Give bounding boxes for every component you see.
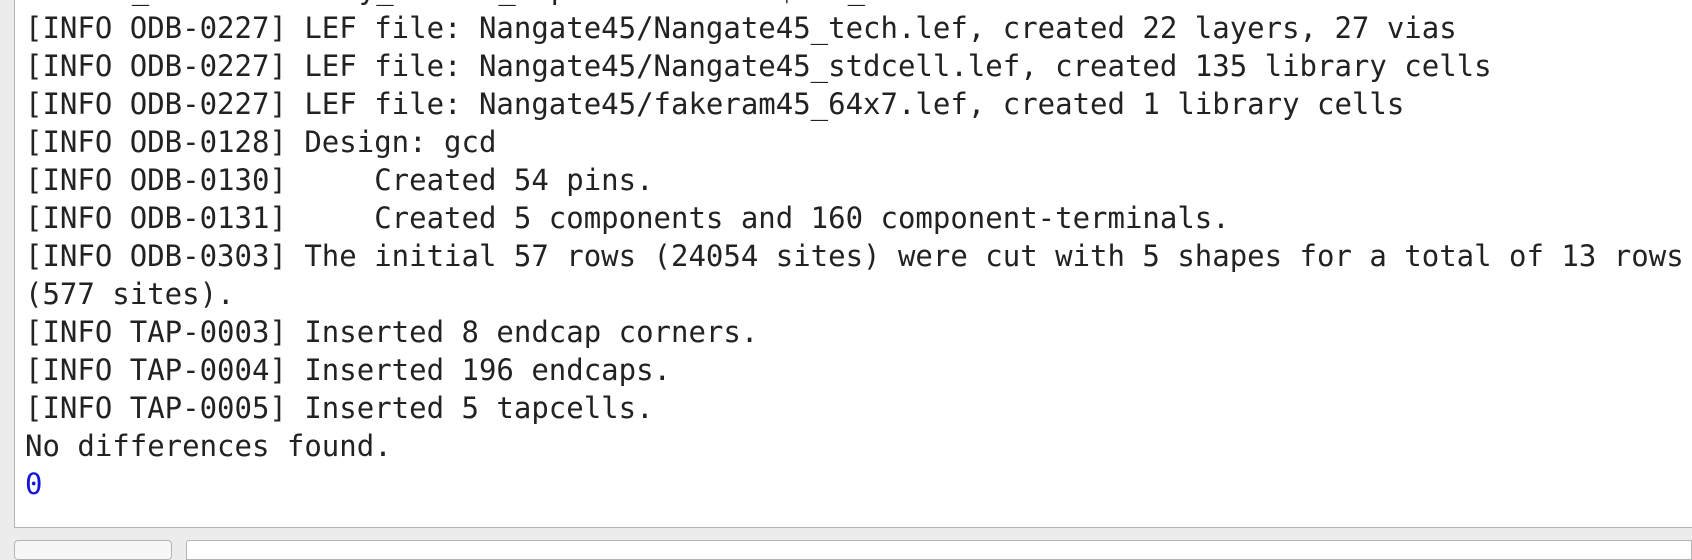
command-input[interactable] [186,540,1692,560]
log-line: [INFO ODB-0227] LEF file: Nangate45/Nang… [25,49,1492,83]
log-line: [INFO TAP-0005] Inserted 5 tapcells. [25,391,654,425]
console-output[interactable]: % diff_file boundary_macros_separation.d… [14,0,1692,528]
command-result: 0 [25,467,43,501]
console-partial-line: % diff_file boundary_macros_separation.d… [27,0,935,8]
log-line: [INFO TAP-0003] Inserted 8 endcap corner… [25,315,759,349]
log-line: [INFO ODB-0128] Design: gcd [25,125,497,159]
command-bar [0,540,1692,560]
log-line: [INFO TAP-0004] Inserted 196 endcaps. [25,353,672,387]
log-line: [INFO ODB-0227] LEF file: Nangate45/Nang… [25,11,1457,45]
log-line: [INFO ODB-0131] Created 5 components and… [25,201,1230,235]
log-line: [INFO ODB-0303] The initial 57 rows (240… [25,239,1684,311]
log-line: [INFO ODB-0130] Created 54 pins. [25,163,654,197]
log-line: No differences found. [25,429,392,463]
console-log: [INFO ODB-0227] LEF file: Nangate45/Nang… [25,9,1689,503]
log-line: [INFO ODB-0227] LEF file: Nangate45/fake… [25,87,1405,121]
command-mode-button[interactable] [14,540,172,560]
